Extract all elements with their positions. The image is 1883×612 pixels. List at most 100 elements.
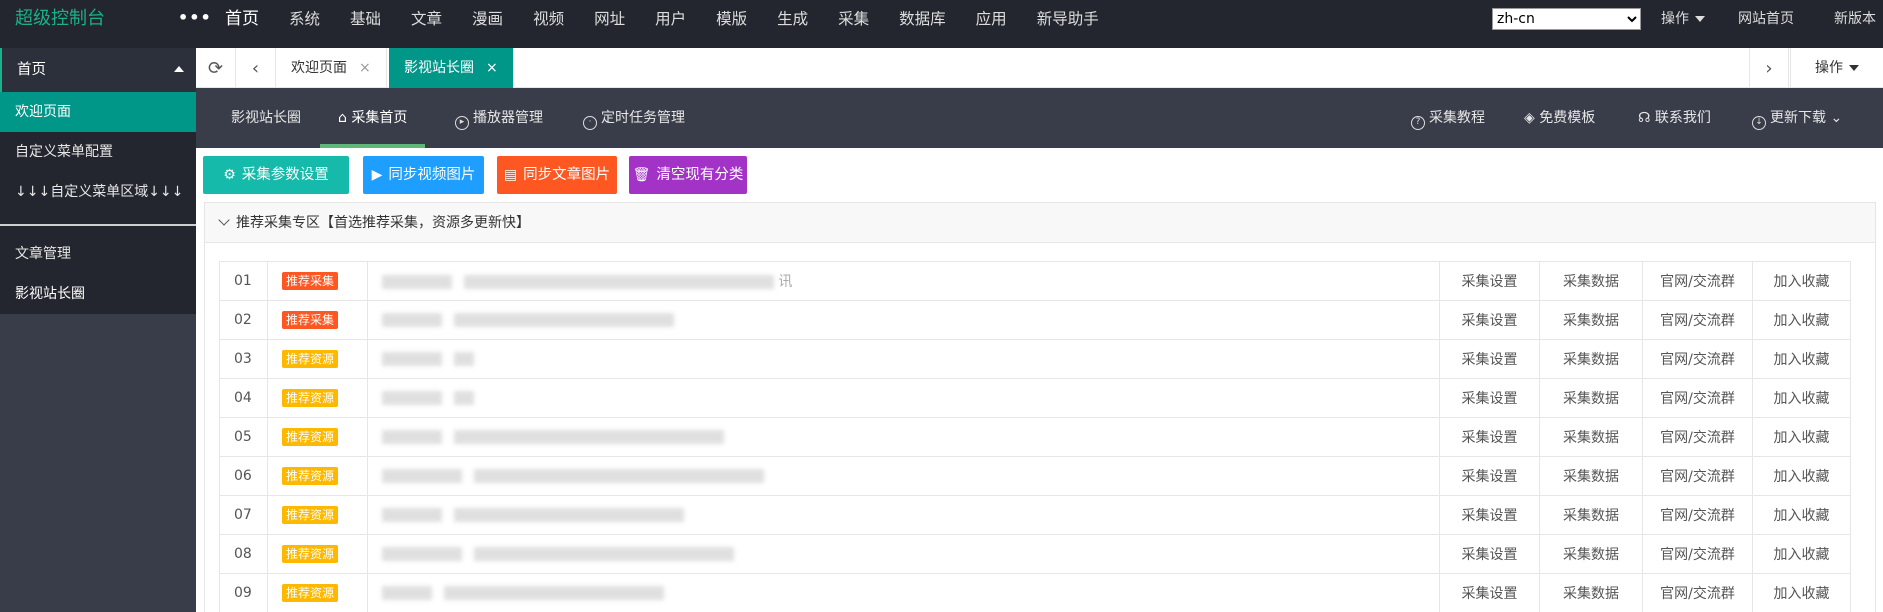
row-number: 05	[219, 417, 268, 457]
subnav-label: 更新下载	[1770, 110, 1826, 126]
collect-settings-link[interactable]: 采集设置	[1439, 417, 1541, 457]
nav-guide-assistant[interactable]: 新导助手	[1022, 0, 1114, 38]
status-badge: 推荐资源	[281, 467, 338, 485]
nav-video[interactable]: 视频	[518, 0, 579, 38]
official-group-link[interactable]: 官网/交流群	[1641, 573, 1753, 612]
nav-template[interactable]: 模版	[701, 0, 762, 38]
add-favorite-link[interactable]: 加入收藏	[1751, 495, 1852, 535]
subnav-free-templates[interactable]: ◈ 免费模板	[1524, 88, 1595, 148]
add-favorite-link[interactable]: 加入收藏	[1751, 339, 1852, 379]
sidebar-item-custom-area[interactable]: ↓↓↓自定义菜单区域↓↓↓	[0, 172, 196, 212]
redacted-text	[381, 352, 442, 366]
collect-settings-link[interactable]: 采集设置	[1439, 456, 1541, 496]
tab-ops-menu[interactable]: 操作	[1790, 48, 1883, 88]
sidebar-item-custom-menu[interactable]: 自定义菜单配置	[0, 132, 196, 172]
official-group-link[interactable]: 官网/交流群	[1641, 417, 1753, 457]
subnav-contact[interactable]: ☊ 联系我们	[1638, 88, 1711, 148]
nav-database[interactable]: 数据库	[884, 0, 961, 38]
official-group-link[interactable]: 官网/交流群	[1641, 300, 1753, 340]
subnav-player-manage[interactable]: ▸ 播放器管理	[455, 88, 543, 148]
close-icon[interactable]: ×	[359, 60, 371, 76]
official-group-link[interactable]: 官网/交流群	[1641, 534, 1753, 574]
collect-settings-link[interactable]: 采集设置	[1439, 573, 1541, 612]
nav-system[interactable]: 系统	[274, 0, 335, 38]
clear-categories-button[interactable]: 🗑 清空现有分类	[629, 156, 747, 194]
more-menu-icon[interactable]: •••	[178, 8, 212, 27]
top-nav: 首页 系统 基础 文章 漫画 视频 网址 用户 模版 生成 采集 数据库 应用 …	[210, 0, 1114, 38]
row-number: 08	[219, 534, 268, 574]
help-icon: ?	[1411, 116, 1425, 130]
tab-welcome[interactable]: 欢迎页面 ×	[276, 48, 387, 88]
collect-settings-link[interactable]: 采集设置	[1439, 300, 1541, 340]
official-group-link[interactable]: 官网/交流群	[1641, 456, 1753, 496]
subnav-tutorial[interactable]: ? 采集教程	[1411, 88, 1485, 148]
row-number: 02	[219, 300, 268, 340]
language-select[interactable]: zh-cn	[1492, 8, 1641, 30]
collect-data-link[interactable]: 采集数据	[1539, 378, 1643, 418]
button-label: 同步文章图片	[523, 167, 611, 183]
collect-data-link[interactable]: 采集数据	[1539, 534, 1643, 574]
sync-video-images-button[interactable]: ▶ 同步视频图片	[363, 156, 484, 194]
nav-comic[interactable]: 漫画	[457, 0, 518, 38]
official-group-link[interactable]: 官网/交流群	[1641, 495, 1753, 535]
collect-data-link[interactable]: 采集数据	[1539, 261, 1643, 301]
nav-user[interactable]: 用户	[640, 0, 701, 38]
tab-site-circle[interactable]: 影视站长圈 ×	[389, 48, 514, 88]
nav-home[interactable]: 首页	[210, 0, 274, 38]
add-favorite-link[interactable]: 加入收藏	[1751, 417, 1852, 457]
add-favorite-link[interactable]: 加入收藏	[1751, 534, 1852, 574]
add-favorite-link[interactable]: 加入收藏	[1751, 573, 1852, 612]
add-favorite-link[interactable]: 加入收藏	[1751, 300, 1852, 340]
add-favorite-link[interactable]: 加入收藏	[1751, 378, 1852, 418]
collect-data-link[interactable]: 采集数据	[1539, 300, 1643, 340]
row-tag-cell: 推荐资源	[266, 495, 368, 535]
collect-settings-link[interactable]: 采集设置	[1439, 495, 1541, 535]
collect-data-link[interactable]: 采集数据	[1539, 573, 1643, 612]
tab-ops-label: 操作	[1815, 60, 1843, 76]
subnav-update-download[interactable]: ↓ 更新下载 ⌄	[1752, 88, 1842, 148]
panel-header[interactable]: 推荐采集专区【首选推荐采集，资源多更新快】	[205, 203, 1875, 243]
sidebar-divider	[0, 224, 196, 226]
brand-title[interactable]: 超级控制台	[15, 0, 105, 38]
tab-next-icon[interactable]: ›	[1749, 48, 1789, 88]
ops-menu[interactable]: 操作	[1661, 0, 1705, 38]
subnav-collect-home[interactable]: ⌂ 采集首页	[320, 88, 426, 148]
row-number: 07	[219, 495, 268, 535]
collect-data-link[interactable]: 采集数据	[1539, 417, 1643, 457]
add-favorite-link[interactable]: 加入收藏	[1751, 456, 1852, 496]
nav-article[interactable]: 文章	[396, 0, 457, 38]
collect-settings-link[interactable]: 采集设置	[1439, 378, 1541, 418]
collect-settings-link[interactable]: 采集设置	[1439, 261, 1541, 301]
add-favorite-link[interactable]: 加入收藏	[1751, 261, 1852, 301]
official-group-link[interactable]: 官网/交流群	[1641, 339, 1753, 379]
collect-settings-link[interactable]: 采集设置	[1439, 534, 1541, 574]
tab-prev-icon[interactable]: ‹	[236, 48, 276, 88]
new-version-link[interactable]: 新版本	[1834, 0, 1876, 38]
site-home-link[interactable]: 网站首页	[1738, 0, 1794, 38]
sidebar-item-article-manage[interactable]: 文章管理	[0, 234, 196, 274]
redacted-text	[474, 547, 735, 561]
redacted-text	[454, 508, 685, 522]
collect-data-link[interactable]: 采集数据	[1539, 456, 1643, 496]
nav-url[interactable]: 网址	[579, 0, 640, 38]
refresh-icon[interactable]: ⟳	[196, 48, 236, 88]
official-group-link[interactable]: 官网/交流群	[1641, 378, 1753, 418]
status-badge: 推荐资源	[281, 584, 338, 602]
sidebar-group-label: 首页	[17, 62, 46, 78]
subnav-cron-manage[interactable]: · 定时任务管理	[583, 88, 685, 148]
collect-data-link[interactable]: 采集数据	[1539, 495, 1643, 535]
nav-basic[interactable]: 基础	[335, 0, 396, 38]
official-group-link[interactable]: 官网/交流群	[1641, 261, 1753, 301]
close-icon[interactable]: ×	[486, 60, 498, 76]
collect-settings-link[interactable]: 采集设置	[1439, 339, 1541, 379]
nav-collect[interactable]: 采集	[823, 0, 884, 38]
sidebar-item-site-circle[interactable]: 影视站长圈	[0, 274, 196, 314]
subnav-site-circle[interactable]: 影视站长圈	[231, 88, 301, 148]
collect-settings-button[interactable]: ⚙ 采集参数设置	[203, 156, 349, 194]
nav-apps[interactable]: 应用	[961, 0, 1022, 38]
collect-data-link[interactable]: 采集数据	[1539, 339, 1643, 379]
nav-generate[interactable]: 生成	[762, 0, 823, 38]
sidebar-item-welcome[interactable]: 欢迎页面	[0, 92, 196, 132]
sidebar-group-home[interactable]: 首页	[0, 48, 196, 92]
sync-article-images-button[interactable]: ▤ 同步文章图片	[497, 156, 617, 194]
